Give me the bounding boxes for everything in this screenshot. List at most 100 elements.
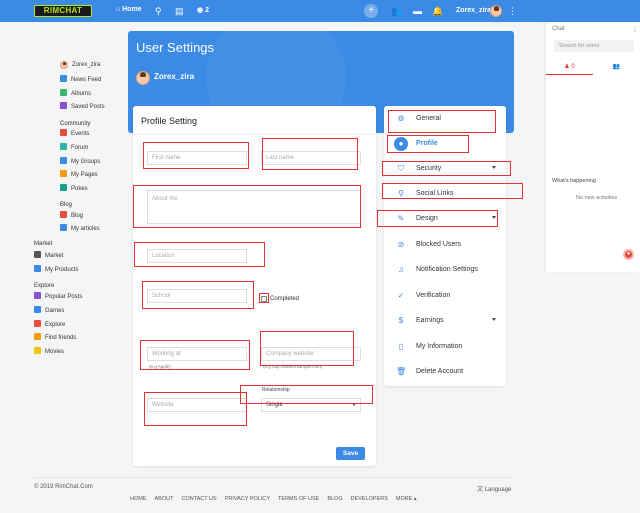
sidebar-item-popular[interactable]: Popular Posts bbox=[34, 292, 82, 302]
sidebar-item-explore[interactable]: Explore bbox=[34, 320, 65, 330]
sidebar-item-pokes[interactable]: Pokes bbox=[60, 184, 88, 194]
menu-item-security[interactable]: ⛉ Security bbox=[384, 158, 504, 180]
chevron-down-icon bbox=[492, 216, 496, 219]
save-button[interactable]: Save bbox=[336, 447, 365, 460]
cart-icon bbox=[34, 265, 41, 272]
happening-title: What's happening bbox=[552, 178, 596, 184]
document-icon: ▯ bbox=[398, 342, 404, 351]
banner-user-name[interactable]: Zorex_zira bbox=[154, 72, 194, 81]
link-icon: ⚲ bbox=[398, 189, 404, 198]
completed-label: Completed bbox=[270, 296, 300, 302]
relationship-select[interactable]: Single bbox=[261, 398, 361, 412]
dollar-icon: $ bbox=[398, 316, 404, 325]
explore-title: Explore bbox=[34, 283, 55, 289]
first-name-field[interactable]: First name bbox=[147, 151, 247, 165]
blog-title: Blog bbox=[60, 202, 73, 208]
groups-icon bbox=[60, 157, 67, 164]
website-field[interactable]: Website bbox=[147, 398, 247, 412]
shield-icon: ⛉ bbox=[398, 164, 404, 173]
poke-icon bbox=[60, 184, 67, 191]
people-icon[interactable]: 👥 bbox=[391, 5, 402, 17]
eye-icon[interactable]: ◉ 2 bbox=[197, 5, 209, 17]
user-name[interactable]: Zorex_zira bbox=[456, 7, 491, 14]
sidebar-item-saved[interactable]: Saved Posts bbox=[60, 102, 105, 112]
page-title: User Settings bbox=[136, 40, 215, 55]
home-icon: ⌂ bbox=[116, 6, 121, 13]
footer-link-privacy[interactable]: PRIVACY POLICY bbox=[225, 496, 270, 502]
sidebar-user[interactable]: Zorex_zira bbox=[72, 60, 100, 70]
menu-item-design[interactable]: ✎ Design bbox=[384, 208, 504, 230]
top-bar: RIMCHAT ⌂ Home ⚲ ▤ ◉ 2 + 👥 ▬ 🔔 Zorex_zir… bbox=[0, 0, 640, 22]
menu-item-social-links[interactable]: ⚲ Social Links bbox=[384, 183, 504, 205]
more-icon[interactable]: ⋮ bbox=[508, 5, 517, 17]
footer-link-home[interactable]: HOME bbox=[130, 496, 147, 502]
menu-item-delete-account[interactable]: 🗑 Delete Account bbox=[384, 361, 504, 383]
chat-icon[interactable]: ▬ bbox=[413, 5, 422, 17]
sidebar-item-pages[interactable]: My Pages bbox=[60, 170, 98, 180]
user-icon: ● bbox=[394, 137, 408, 151]
chevron-down-icon bbox=[492, 166, 496, 169]
last-name-field[interactable]: Last name bbox=[261, 151, 361, 165]
online-count: 0 bbox=[571, 64, 575, 70]
tab-online[interactable]: ♟ 0 bbox=[546, 59, 593, 75]
footer-links: HOME ABOUT CONTACT US PRIVACY POLICY TER… bbox=[130, 496, 417, 502]
alert-bubble-icon[interactable]: ● bbox=[623, 249, 634, 260]
card-divider bbox=[133, 134, 376, 135]
footer-link-contact[interactable]: CONTACT US bbox=[181, 496, 216, 502]
avatar[interactable] bbox=[490, 5, 502, 17]
chat-panel: Chat ⋮ Search for users ♟ 0 👥 What's hap… bbox=[546, 22, 640, 272]
card-title: Profile Setting bbox=[141, 116, 198, 126]
sidebar-item-albums[interactable]: Albums bbox=[60, 89, 91, 99]
menu-item-earnings[interactable]: $ Earnings bbox=[384, 310, 504, 332]
company-website-field[interactable]: Company website bbox=[261, 347, 361, 361]
bell-icon[interactable]: 🔔 bbox=[432, 5, 443, 17]
completed-checkbox[interactable] bbox=[261, 296, 267, 302]
footer-link-more[interactable]: MORE ▴ bbox=[396, 496, 417, 502]
plus-icon[interactable]: + bbox=[364, 4, 378, 18]
footer-link-developers[interactable]: DEVELOPERS bbox=[351, 496, 388, 502]
sidebar-item-events[interactable]: Events bbox=[60, 129, 89, 139]
tab-groups[interactable]: 👥 bbox=[593, 59, 640, 75]
chat-search-input[interactable]: Search for users bbox=[554, 40, 634, 52]
sidebar-item-blog[interactable]: Blog bbox=[60, 211, 83, 221]
website-hint: (e.g http://www.example.com) bbox=[263, 364, 323, 369]
search-icon[interactable]: ⚲ bbox=[155, 5, 162, 17]
menu-item-general[interactable]: ⚙ General bbox=[384, 108, 504, 130]
menu-item-notifications[interactable]: ♫ Notification Settings bbox=[384, 259, 504, 281]
logo[interactable]: RIMCHAT bbox=[34, 5, 92, 17]
about-me-field[interactable]: About me bbox=[147, 190, 361, 224]
sidebar-item-find-friends[interactable]: Find friends bbox=[34, 333, 76, 343]
menu-item-my-information[interactable]: ▯ My Information bbox=[384, 336, 504, 358]
working-hint: (e.g Apple) bbox=[149, 364, 171, 369]
relationship-label: Relationship bbox=[262, 387, 290, 393]
school-field[interactable]: School bbox=[147, 289, 247, 303]
sidebar-item-articles[interactable]: My articles bbox=[60, 224, 100, 234]
sidebar-item-news-feed[interactable]: News Feed bbox=[60, 75, 101, 85]
banner-avatar bbox=[136, 71, 150, 85]
working-at-field[interactable]: Working at bbox=[147, 347, 247, 361]
menu-item-verification[interactable]: ✓ Verification bbox=[384, 285, 504, 307]
footer-link-blog[interactable]: BLOG bbox=[327, 496, 342, 502]
chat-more-icon[interactable]: ⋮ bbox=[632, 26, 638, 33]
no-activities-text: No new activities bbox=[576, 195, 618, 201]
home-link[interactable]: ⌂ Home bbox=[116, 6, 142, 13]
bookmark-icon bbox=[60, 102, 67, 109]
footer-link-terms[interactable]: TERMS OF USE bbox=[278, 496, 319, 502]
sidebar-item-products[interactable]: My Products bbox=[34, 265, 78, 275]
gamepad-icon bbox=[34, 306, 41, 313]
sidebar-item-groups[interactable]: My Groups bbox=[60, 157, 100, 167]
sidebar-item-movies[interactable]: Movies bbox=[34, 347, 64, 357]
location-field[interactable]: Location bbox=[147, 249, 247, 263]
block-icon: ⊘ bbox=[397, 240, 405, 249]
language-selector[interactable]: 文 Language bbox=[477, 484, 511, 493]
bell-icon: ♫ bbox=[398, 265, 404, 274]
menu-item-blocked[interactable]: ⊘ Blocked Users bbox=[384, 234, 504, 256]
footer-link-about[interactable]: ABOUT bbox=[155, 496, 174, 502]
sidebar-item-forum[interactable]: Forum bbox=[60, 143, 88, 153]
trash-icon: 🗑 bbox=[396, 367, 407, 376]
menu-item-profile[interactable]: ● Profile bbox=[384, 133, 504, 155]
sidebar-item-market[interactable]: Market bbox=[34, 251, 63, 261]
sidebar-item-games[interactable]: Games bbox=[34, 306, 64, 316]
newspaper-icon[interactable]: ▤ bbox=[175, 5, 184, 17]
newsfeed-icon bbox=[60, 75, 67, 82]
